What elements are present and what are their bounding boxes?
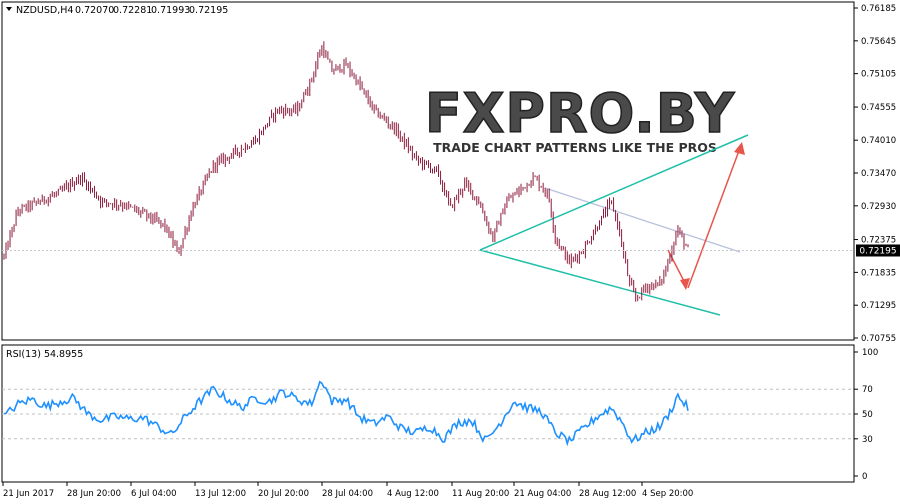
price-tick-label: 0.70755	[861, 334, 896, 344]
rsi-tick-label: 30	[862, 435, 873, 445]
price-tick-label: 0.72375	[861, 236, 896, 246]
rsi-tick-label: 0	[862, 472, 867, 482]
time-tick-label: 28 Jun 20:00	[67, 489, 121, 499]
open-value: 0.72070	[75, 5, 114, 16]
chart-background	[0, 0, 900, 504]
current-price-tag: 0.72195	[856, 244, 900, 257]
price-tick-label: 0.72930	[861, 202, 896, 212]
price-tick-label: 0.74010	[861, 136, 896, 146]
time-tick-label: 21 Aug 04:00	[514, 489, 571, 499]
price-tick-label: 0.71295	[861, 301, 896, 311]
rsi-tick-label: 70	[862, 385, 873, 395]
price-tick-label: 0.74555	[861, 103, 896, 113]
chart-header: NZDUSD,H4 0.72070 0.72281 0.71993 0.7219…	[6, 5, 228, 16]
rsi-label: RSI(13) 54.8955	[6, 349, 83, 360]
time-tick-label: 6 Jul 04:00	[131, 489, 177, 499]
time-tick-label: 20 Jul 20:00	[258, 489, 309, 499]
rsi-tick-label: 100	[862, 348, 878, 358]
watermark-tagline: TRADE CHART PATTERNS LIKE THE PROS	[433, 140, 717, 155]
close-value: 0.72195	[189, 5, 228, 16]
current-price-label: 0.72195	[859, 246, 896, 256]
price-tick-label: 0.73470	[861, 169, 896, 179]
trading-chart: FXPRO.BY TRADE CHART PATTERNS LIKE THE P…	[0, 0, 900, 504]
rsi-tick-label: 50	[862, 410, 873, 420]
high-value: 0.72281	[113, 5, 152, 16]
watermark-logo: FXPRO.BY TRADE CHART PATTERNS LIKE THE P…	[424, 81, 735, 155]
time-tick-label: 28 Jul 04:00	[322, 489, 373, 499]
price-tick-label: 0.75645	[861, 37, 896, 47]
watermark-logo-text: FXPRO.BY	[425, 82, 735, 145]
time-tick-label: 13 Jul 12:00	[195, 489, 246, 499]
time-tick-label: 4 Sep 20:00	[642, 489, 693, 499]
symbol-label: NZDUSD,H4	[16, 5, 73, 16]
price-tick-label: 0.76185	[861, 4, 896, 14]
time-tick-label: 4 Aug 12:00	[387, 489, 439, 499]
time-tick-label: 21 Jun 2017	[3, 489, 54, 499]
low-value: 0.71993	[151, 5, 190, 16]
time-tick-label: 28 Aug 12:00	[579, 489, 636, 499]
time-tick-label: 11 Aug 20:00	[452, 489, 509, 499]
price-tick-label: 0.71835	[861, 268, 896, 278]
price-tick-label: 0.75105	[861, 70, 896, 80]
